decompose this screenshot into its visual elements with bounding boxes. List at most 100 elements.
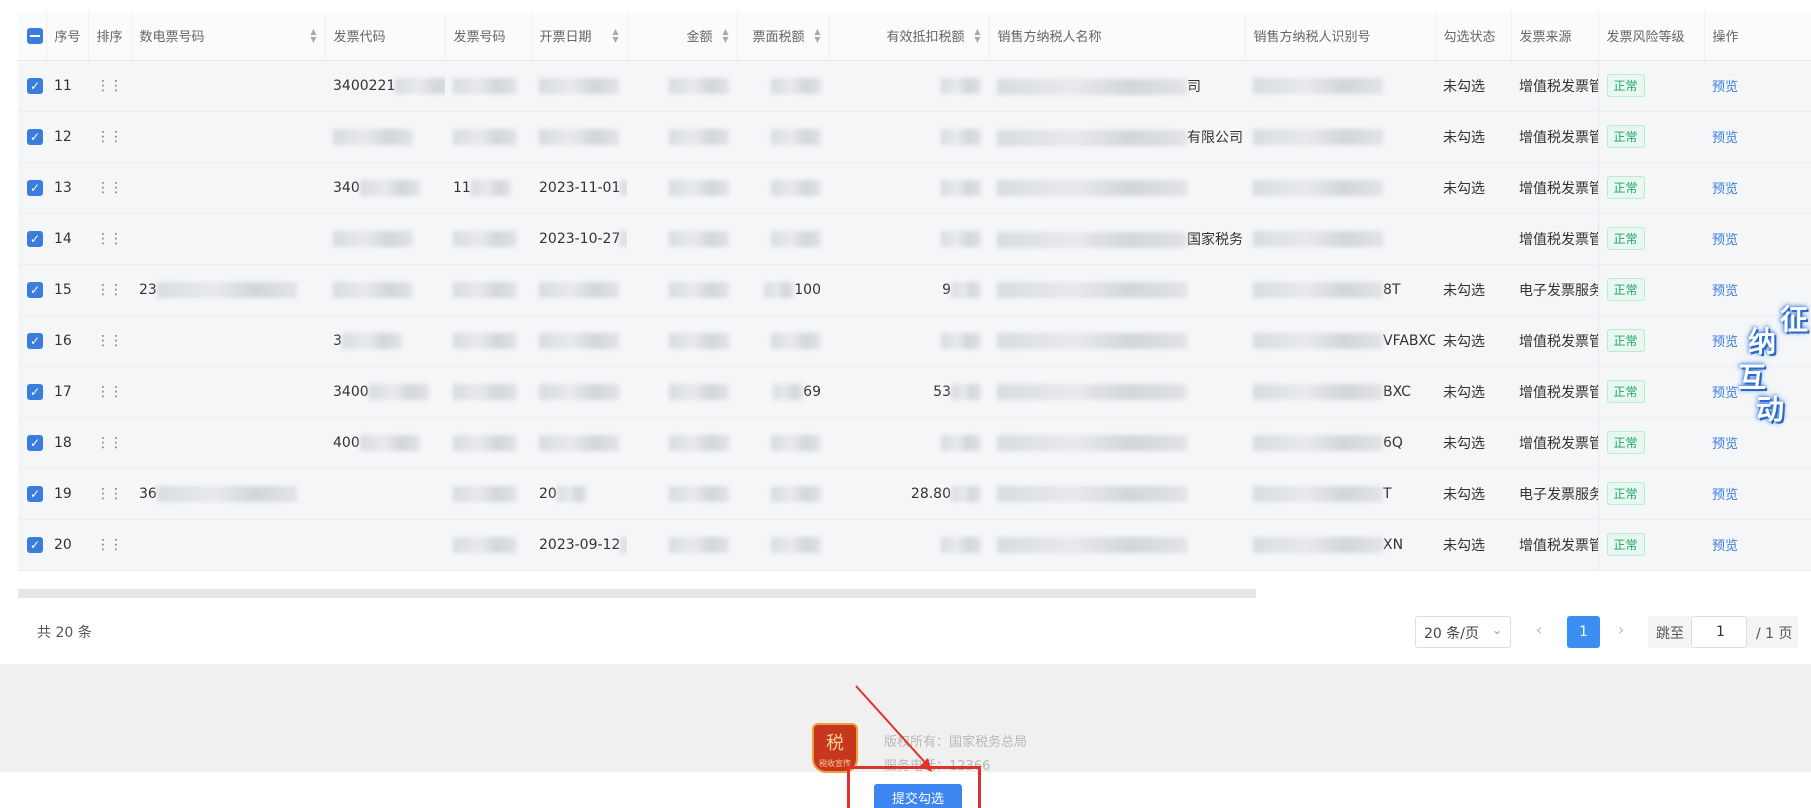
preview-link[interactable]: 预览	[1712, 488, 1738, 503]
table-row[interactable]: ✓ 20 ⋮⋮ 2023-09-12 XN 未勾选 增值税发票管 正常 预览	[18, 519, 1811, 571]
drag-handle-icon[interactable]: ⋮⋮	[88, 468, 131, 520]
row-checkbox[interactable]: ✓	[27, 536, 43, 553]
preview-link[interactable]: 预览	[1712, 233, 1738, 248]
redacted-block	[773, 383, 804, 400]
drag-handle-icon[interactable]: ⋮⋮	[88, 162, 131, 214]
redacted-block	[997, 231, 1187, 248]
preview-link[interactable]: 预览	[1712, 284, 1738, 299]
row-select-cell[interactable]: ✓	[18, 60, 46, 112]
header-issue-date[interactable]: 开票日期 ▲ ▼	[531, 12, 628, 61]
cell-risk-level: 正常	[1597, 468, 1704, 520]
row-select-cell[interactable]: ✓	[18, 468, 46, 520]
redacted-block	[771, 179, 821, 196]
preview-link[interactable]: 预览	[1712, 386, 1738, 401]
row-checkbox[interactable]: ✓	[27, 434, 43, 451]
header-e-invoice-no[interactable]: 数电票号码 ▲ ▼	[131, 12, 326, 61]
row-select-cell[interactable]: ✓	[18, 264, 46, 316]
table-row[interactable]: ✓ 11 ⋮⋮ 3400221 司 未勾选 增值税发票管 正常 预览	[18, 60, 1811, 112]
row-checkbox[interactable]: ✓	[27, 179, 43, 196]
table-row[interactable]: ✓ 18 ⋮⋮ 400 6Q 未勾选 增值税发票管 正常 预览	[18, 417, 1811, 469]
row-select-cell[interactable]: ✓	[18, 519, 46, 571]
sort-caret-icon[interactable]: ▲ ▼	[814, 28, 820, 44]
cell-e-invoice-no	[131, 417, 325, 469]
redacted-block	[771, 230, 821, 247]
cell-risk-level: 正常	[1597, 315, 1704, 367]
preview-link[interactable]: 预览	[1712, 131, 1738, 146]
next-page-icon[interactable]: ›	[1618, 620, 1624, 639]
sort-caret-icon[interactable]: ▲ ▼	[310, 28, 316, 44]
drag-handle-icon[interactable]: ⋮⋮	[88, 111, 131, 163]
horizontal-scrollbar[interactable]	[18, 589, 1256, 598]
preview-link[interactable]: 预览	[1712, 539, 1738, 554]
cell-seller-id: VFABXC	[1245, 315, 1435, 367]
drag-handle-icon[interactable]: ⋮⋮	[88, 264, 131, 316]
select-all-checkbox[interactable]	[27, 27, 43, 44]
header-tax-label: 票面税额	[752, 30, 805, 46]
drag-handle-icon[interactable]: ⋮⋮	[88, 417, 131, 469]
redacted-block	[764, 281, 795, 298]
page-button-current[interactable]: 1	[1567, 616, 1600, 648]
row-select-cell[interactable]: ✓	[18, 417, 46, 469]
drag-handle-icon[interactable]: ⋮⋮	[88, 366, 131, 418]
select-all-cell[interactable]	[18, 12, 47, 61]
preview-link[interactable]: 预览	[1712, 80, 1738, 95]
preview-link[interactable]: 预览	[1712, 335, 1738, 350]
header-deductible-tax[interactable]: 有效抵扣税额 ▲ ▼	[829, 12, 990, 61]
submit-selection-button[interactable]: 提交勾选	[874, 784, 962, 808]
header-check-status: 勾选状态	[1435, 12, 1512, 61]
redacted-block	[669, 332, 729, 349]
jump-page-input[interactable]: 1	[1691, 616, 1747, 648]
row-select-cell[interactable]: ✓	[18, 366, 46, 418]
cell-tax: 69	[737, 366, 829, 418]
row-checkbox[interactable]: ✓	[27, 77, 43, 94]
table-row[interactable]: ✓ 17 ⋮⋮ 3400 69 53 BXC 未勾选 增值税发票管 正常 预览	[18, 366, 1811, 418]
redacted-block	[941, 434, 981, 451]
row-select-cell[interactable]: ✓	[18, 111, 46, 163]
sort-caret-icon[interactable]: ▲ ▼	[612, 28, 618, 44]
row-checkbox[interactable]: ✓	[27, 332, 43, 349]
row-checkbox[interactable]: ✓	[27, 281, 43, 298]
row-select-cell[interactable]: ✓	[18, 162, 46, 214]
cell-text: 53	[933, 383, 951, 400]
row-select-cell[interactable]: ✓	[18, 213, 46, 265]
cell-text: 9	[942, 281, 951, 298]
cell-text: 11	[453, 179, 471, 196]
table-row[interactable]: ✓ 16 ⋮⋮ 3 VFABXC 未勾选 增值税发票管 正常 预览	[18, 315, 1811, 367]
drag-handle-icon[interactable]: ⋮⋮	[88, 60, 131, 112]
header-tax[interactable]: 票面税额 ▲ ▼	[737, 12, 830, 61]
cell-text: VFABXC	[1383, 332, 1435, 349]
mascot-widget[interactable]: 征 纳 互 动	[1738, 298, 1811, 428]
preview-link[interactable]: 预览	[1712, 182, 1738, 197]
row-select-cell[interactable]: ✓	[18, 315, 46, 367]
redacted-block	[368, 383, 429, 400]
page-jumper: 跳至 1 / 1 页	[1648, 616, 1798, 648]
table-row[interactable]: ✓ 13 ⋮⋮ 340 11 2023-11-01 未勾选 增值税发票管 正常 预览	[18, 162, 1811, 214]
sort-caret-icon[interactable]: ▲ ▼	[722, 28, 728, 44]
cell-text: 36	[139, 485, 157, 502]
cell-action: 预览	[1704, 111, 1811, 163]
row-checkbox[interactable]: ✓	[27, 383, 43, 400]
cell-check-status: 未勾选	[1435, 366, 1511, 418]
preview-link[interactable]: 预览	[1712, 437, 1738, 452]
page-size-select[interactable]: 20 条/页 ⌄	[1415, 616, 1511, 648]
row-checkbox[interactable]: ✓	[27, 230, 43, 247]
cell-source: 增值税发票管	[1511, 60, 1598, 112]
header-amount[interactable]: 金额 ▲ ▼	[627, 12, 738, 61]
redacted-block	[997, 332, 1187, 349]
table-row[interactable]: ✓ 19 ⋮⋮ 36 20 28.80 T 未勾选 电子发票服务 正常 预览	[18, 468, 1811, 520]
cell-deductible: 9	[829, 264, 989, 316]
cell-amount	[627, 417, 737, 469]
cell-text: 司	[1187, 78, 1201, 95]
sort-caret-icon[interactable]: ▲ ▼	[974, 28, 980, 44]
drag-handle-icon[interactable]: ⋮⋮	[88, 519, 131, 571]
cell-text: 国家税务	[1187, 231, 1243, 248]
drag-handle-icon[interactable]: ⋮⋮	[88, 315, 131, 367]
prev-page-icon[interactable]: ‹	[1536, 620, 1542, 639]
cell-risk-level: 正常	[1597, 264, 1704, 316]
row-checkbox[interactable]: ✓	[27, 485, 43, 502]
table-row[interactable]: ✓ 14 ⋮⋮ 2023-10-27 国家税务 增值税发票管 正常 预览	[18, 213, 1811, 265]
table-row[interactable]: ✓ 15 ⋮⋮ 23 100 9 8T 未勾选 电子发票服务 正常 预览	[18, 264, 1811, 316]
row-checkbox[interactable]: ✓	[27, 128, 43, 145]
table-row[interactable]: ✓ 12 ⋮⋮ 有限公司 未勾选 增值税发票管 正常 预览	[18, 111, 1811, 163]
drag-handle-icon[interactable]: ⋮⋮	[88, 213, 131, 265]
